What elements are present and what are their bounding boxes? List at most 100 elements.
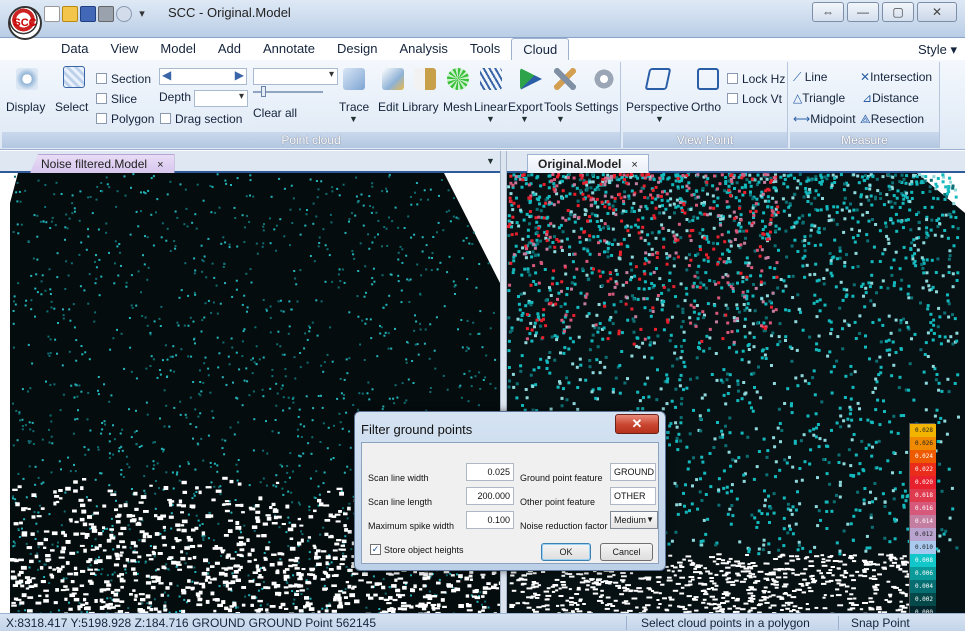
cloud-source-combo[interactable] — [253, 68, 338, 85]
tab-annotate[interactable]: Annotate — [252, 38, 326, 60]
ok-button[interactable]: OK — [541, 543, 591, 561]
export-button[interactable]: Export — [508, 100, 543, 114]
depth-combo[interactable] — [194, 90, 248, 107]
left-pane-menu-icon[interactable]: ▼ — [486, 156, 495, 166]
measure-resection-button[interactable]: ⟁Resection — [860, 112, 924, 127]
group-point-cloud: Display Select Section Slice Polygon ◀ ▶… — [2, 62, 621, 148]
group-label-view-point: View Point — [623, 132, 787, 148]
tab-model[interactable]: Model — [149, 38, 206, 60]
new-file-icon[interactable] — [44, 6, 60, 22]
restore-layout-button[interactable]: ⇔ — [812, 2, 844, 22]
legend-label: 0.020 — [914, 479, 933, 486]
slider-thumb[interactable] — [261, 86, 266, 97]
customize-toolbar-icon[interactable] — [116, 6, 132, 22]
section-checkbox[interactable]: Section — [96, 72, 151, 86]
tab-cloud[interactable]: Cloud — [511, 37, 570, 61]
legend-label: 0.014 — [914, 518, 933, 525]
step-left-icon[interactable]: ◀ — [162, 68, 171, 82]
step-right-icon[interactable]: ▶ — [235, 68, 244, 82]
close-tab-icon[interactable]: × — [631, 159, 637, 171]
measure-midpoint-button[interactable]: ⟷Midpoint — [793, 112, 856, 126]
measure-distance-button[interactable]: ⊿Distance — [862, 91, 919, 105]
display-icon — [16, 68, 38, 90]
tab-analysis[interactable]: Analysis — [389, 38, 459, 60]
measure-intersection-button[interactable]: ✕Intersection — [860, 70, 932, 84]
settings-button[interactable]: Settings — [575, 100, 618, 114]
minimize-button[interactable]: — — [847, 2, 879, 22]
tab-noise-filtered-model[interactable]: Noise filtered.Model × — [30, 154, 175, 173]
tab-tools[interactable]: Tools — [459, 38, 511, 60]
polygon-check-box[interactable] — [96, 113, 107, 124]
cancel-button[interactable]: Cancel — [600, 543, 653, 561]
tab-data[interactable]: Data — [50, 38, 99, 60]
linear-button[interactable]: Linear — [474, 100, 507, 114]
legend-label: 0.024 — [914, 453, 933, 460]
legend-entry: 0.016 — [910, 502, 936, 515]
quick-access-toolbar: ▾ — [44, 6, 150, 22]
perspective-button[interactable]: Perspective — [626, 100, 689, 114]
trace-dropdown-icon[interactable]: ▼ — [349, 114, 358, 124]
measure-triangle-button[interactable]: △Triangle — [793, 91, 845, 105]
library-button[interactable]: Library — [402, 100, 439, 114]
slice-check-box[interactable] — [96, 93, 107, 104]
ground-feature-field[interactable]: GROUND — [610, 463, 656, 481]
measure-line-button[interactable]: ⟋ Line — [793, 70, 827, 85]
print-icon[interactable] — [98, 6, 114, 22]
slice-checkbox[interactable]: Slice — [96, 92, 137, 106]
tab-design[interactable]: Design — [326, 38, 388, 60]
display-button[interactable]: Display — [6, 100, 45, 114]
depth-label: Depth — [159, 90, 192, 104]
legend-label: 0.016 — [914, 505, 933, 512]
max-spike-width-field[interactable]: 0.100 — [466, 511, 514, 529]
tab-original-model[interactable]: Original.Model × — [527, 154, 649, 173]
polygon-checkbox[interactable]: Polygon — [96, 112, 154, 126]
group-view-point: Perspective ▼ Ortho Lock Hz Lock Vt View… — [623, 62, 788, 148]
drag-section-checkbox[interactable]: Drag section — [160, 112, 242, 126]
edit-button[interactable]: Edit — [378, 100, 399, 114]
density-slider[interactable] — [253, 86, 323, 97]
other-feature-field[interactable]: OTHER — [610, 487, 656, 505]
linear-dropdown-icon[interactable]: ▼ — [486, 114, 495, 124]
noise-reduction-select[interactable]: Medium ▼ — [610, 511, 658, 529]
legend-entry: 0.010 — [910, 541, 936, 554]
distance-icon: ⊿ — [862, 91, 873, 105]
maximize-button[interactable]: ▢ — [882, 2, 914, 22]
dialog-close-button[interactable]: ✕ — [615, 414, 659, 434]
close-tab-icon[interactable]: × — [157, 159, 163, 171]
app-logo[interactable]: SCC — [8, 6, 42, 40]
tab-view[interactable]: View — [99, 38, 149, 60]
snap-point-mode[interactable]: Snap Point — [851, 615, 910, 631]
save-icon[interactable] — [80, 6, 96, 22]
select-button[interactable]: Select — [55, 100, 88, 114]
close-window-button[interactable]: ✕ — [917, 2, 957, 22]
quick-access-more-button[interactable]: ▾ — [134, 6, 150, 22]
scan-line-width-field[interactable]: 0.025 — [466, 463, 514, 481]
measure-resection-label: Resection — [870, 112, 925, 126]
noise-reduction-value: Medium — [614, 515, 647, 525]
drag-section-check-box[interactable] — [160, 113, 171, 124]
lock-vt-checkbox[interactable]: Lock Vt — [727, 92, 782, 106]
section-check-box[interactable] — [96, 73, 107, 84]
ortho-button[interactable]: Ortho — [691, 100, 721, 114]
store-heights-checkbox[interactable]: ✓ — [370, 544, 381, 555]
mesh-button[interactable]: Mesh — [443, 100, 472, 114]
legend-entry: 0.022 — [910, 463, 936, 476]
style-menu[interactable]: Style ▾ — [918, 42, 957, 58]
export-dropdown-icon[interactable]: ▼ — [520, 114, 529, 124]
trace-button[interactable]: Trace — [339, 100, 369, 114]
tab-add[interactable]: Add — [207, 38, 252, 60]
scan-line-length-field[interactable]: 200.000 — [466, 487, 514, 505]
clear-all-button[interactable]: Clear all — [253, 106, 297, 120]
tools-dropdown-icon[interactable]: ▼ — [556, 114, 565, 124]
ortho-icon — [697, 68, 719, 90]
dialog-body: Scan line width 0.025 Scan line length 2… — [361, 442, 659, 564]
lock-hz-checkbox[interactable]: Lock Hz — [727, 72, 785, 86]
lock-hz-check-box[interactable] — [727, 73, 738, 84]
scan-line-length-label: Scan line length — [368, 497, 433, 507]
tools-button[interactable]: Tools — [544, 100, 572, 114]
legend-entry: 0.012 — [910, 528, 936, 541]
lock-vt-check-box[interactable] — [727, 93, 738, 104]
section-stepper[interactable]: ◀ ▶ — [159, 68, 247, 85]
open-folder-icon[interactable] — [62, 6, 78, 22]
perspective-dropdown-icon[interactable]: ▼ — [655, 114, 664, 124]
